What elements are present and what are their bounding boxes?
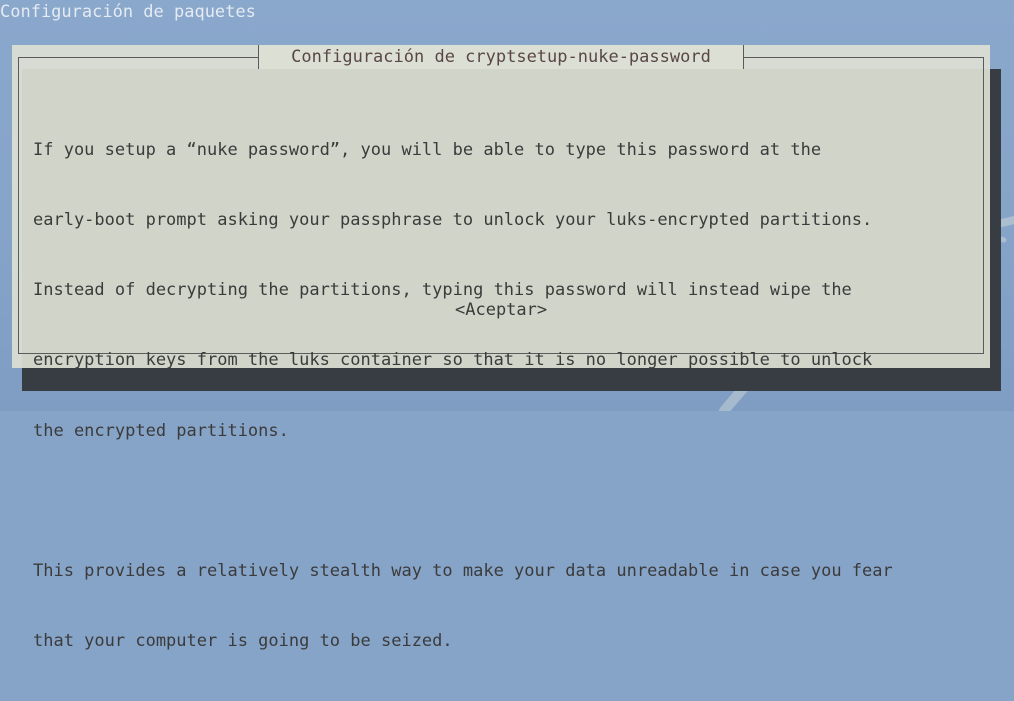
backtitle: Configuración de paquetes <box>0 2 256 22</box>
message-line: encryption keys from the luks container … <box>33 350 873 371</box>
message-line: that your computer is going to be seized… <box>33 631 453 652</box>
message-line: If you setup a “nuke password”, you will… <box>33 139 822 160</box>
dialog-title: Configuración de cryptsetup-nuke-passwor… <box>258 45 744 69</box>
accept-button[interactable]: <Aceptar> <box>452 298 550 322</box>
dialog-message: If you setup a “nuke password”, you will… <box>33 92 973 701</box>
dialog: Configuración de cryptsetup-nuke-passwor… <box>12 45 990 651</box>
message-line: the encrypted partitions. <box>33 420 289 441</box>
message-line: early-boot prompt asking your passphrase… <box>33 210 873 231</box>
message-line: This provides a relatively stealth way t… <box>33 561 893 582</box>
